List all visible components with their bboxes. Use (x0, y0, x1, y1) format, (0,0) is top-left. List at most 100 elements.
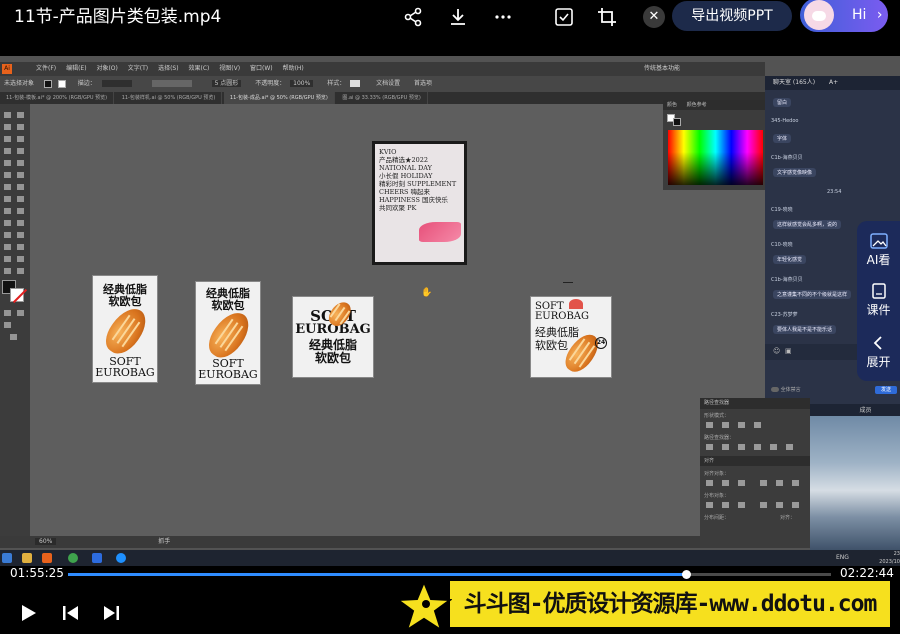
clock-date[interactable]: 2023/10/11 (870, 554, 900, 566)
direct-selection-tool-icon[interactable] (17, 112, 24, 118)
emoji-icon[interactable]: ☺ (773, 347, 780, 355)
browser-icon[interactable] (116, 553, 126, 563)
scale-tool-icon[interactable] (17, 184, 24, 190)
stroke-weight-field[interactable] (101, 80, 132, 87)
menu-view[interactable]: 视图(V) (219, 62, 240, 76)
color-mode-icon[interactable] (4, 310, 11, 316)
distribute-top-icon[interactable] (706, 502, 713, 508)
color-tab[interactable]: 颜色 (667, 102, 677, 108)
zoom-field[interactable]: 60% (35, 538, 57, 545)
align-right-icon[interactable] (738, 480, 745, 486)
merge-icon[interactable] (738, 444, 745, 450)
line-tool-icon[interactable] (17, 148, 24, 154)
opacity-field[interactable]: 100% (290, 80, 314, 87)
distribute-left-icon[interactable] (760, 502, 767, 508)
stroke-color-box[interactable] (10, 288, 28, 304)
intersect-icon[interactable] (738, 422, 745, 428)
gradient-mode-icon[interactable] (17, 310, 24, 316)
start-icon[interactable] (2, 553, 12, 563)
file-explorer-icon[interactable] (22, 553, 32, 563)
download-icon[interactable] (447, 6, 469, 28)
variable-width-field[interactable] (151, 80, 192, 87)
illustrator-taskbar-icon[interactable] (42, 553, 52, 563)
crop-icon[interactable] (596, 6, 618, 28)
trim-icon[interactable] (722, 444, 729, 450)
graph-tool-icon[interactable] (17, 244, 24, 250)
more-icon[interactable] (492, 6, 514, 28)
selection-tool-icon[interactable] (4, 112, 11, 118)
progress-bar[interactable] (68, 570, 831, 579)
gradient-tool-icon[interactable] (17, 220, 24, 226)
menu-effect[interactable]: 效果(C) (189, 62, 210, 76)
previous-button[interactable] (60, 602, 82, 624)
brush-field[interactable]: 5 点圆形 (211, 80, 242, 87)
screenshot-icon[interactable] (553, 6, 575, 28)
paintbrush-tool-icon[interactable] (17, 160, 24, 166)
minus-front-icon[interactable] (722, 422, 729, 428)
doc-tab-2[interactable]: 11-包装样机.ai @ 50% (RGB/GPU 预览) (116, 92, 223, 104)
menu-edit[interactable]: 编辑(E) (66, 62, 86, 76)
menu-window[interactable]: 窗口(W) (250, 62, 273, 76)
lasso-tool-icon[interactable] (17, 124, 24, 130)
pathfinder-tab[interactable]: 路径查找器 (704, 400, 729, 406)
shape-builder-tool-icon[interactable] (4, 208, 11, 214)
align-top-icon[interactable] (760, 480, 767, 486)
crop-pf-icon[interactable] (754, 444, 761, 450)
share-icon[interactable] (402, 6, 424, 28)
poster-3[interactable]: SOFT EUROBAG 经典低脂 软欧包 (292, 296, 374, 378)
doc-tab-1[interactable]: 11-包装-模板.ai* @ 200% (RGB/GPU 预览) (0, 92, 115, 104)
magic-wand-tool-icon[interactable] (4, 124, 11, 130)
color-panel-stroke[interactable] (673, 118, 681, 126)
send-button[interactable]: 发送 (875, 386, 897, 394)
chrome-icon[interactable] (68, 553, 78, 563)
divide-icon[interactable] (706, 444, 713, 450)
poster-4[interactable]: SOFT EUROBAG 经典低脂 软欧包 24 (530, 296, 612, 378)
doc-tab-3[interactable]: 11-包装-成品.ai* @ 50% (RGB/GPU 预览) (223, 92, 335, 104)
zoom-tool-icon[interactable] (17, 268, 24, 274)
eyedropper-tool-icon[interactable] (4, 232, 11, 238)
menu-help[interactable]: 帮助(H) (283, 62, 304, 76)
style-swatch[interactable] (350, 80, 361, 87)
slice-tool-icon[interactable] (17, 256, 24, 262)
expand-button[interactable]: 展开 (857, 335, 900, 370)
menu-file[interactable]: 文件(F) (36, 62, 56, 76)
distribute-bottom-icon[interactable] (738, 502, 745, 508)
align-hcenter-icon[interactable] (722, 480, 729, 486)
exclude-icon[interactable] (754, 422, 761, 428)
distribute-hcenter-icon[interactable] (776, 502, 783, 508)
next-button[interactable] (100, 602, 122, 624)
language-indicator[interactable]: ENG (836, 554, 849, 561)
distribute-right-icon[interactable] (792, 502, 799, 508)
outline-icon[interactable] (770, 444, 777, 450)
courseware-button[interactable]: 课件 (857, 283, 900, 318)
menu-type[interactable]: 文字(T) (128, 62, 148, 76)
color-guide-tab[interactable]: 颜色参考 (687, 102, 707, 108)
width-tool-icon[interactable] (4, 196, 11, 202)
fill-swatch[interactable] (43, 79, 52, 88)
holiday-poster[interactable]: KVIO 产品精选★2022 NATIONAL DAY 小长假 HOLIDAY … (372, 141, 467, 265)
align-bottom-icon[interactable] (792, 480, 799, 486)
align-left-icon[interactable] (706, 480, 713, 486)
poster-1[interactable]: 经典低脂 软欧包 SOFT EUROBAG (92, 275, 158, 383)
symbol-sprayer-tool-icon[interactable] (4, 244, 11, 250)
free-transform-tool-icon[interactable] (17, 196, 24, 202)
color-spectrum[interactable] (668, 130, 763, 185)
artboard-tool-icon[interactable] (4, 256, 11, 262)
mesh-tool-icon[interactable] (4, 220, 11, 226)
play-button[interactable] (17, 602, 39, 624)
stroke-swatch[interactable] (57, 79, 66, 88)
app-icon[interactable] (92, 553, 102, 563)
unite-icon[interactable] (706, 422, 713, 428)
font-size-toggle[interactable]: A+ (829, 79, 838, 86)
align-tab[interactable]: 对齐 (704, 458, 714, 464)
ai-watch-button[interactable]: AI看 (857, 233, 900, 268)
align-vcenter-icon[interactable] (776, 480, 783, 486)
shaper-tool-icon[interactable] (4, 172, 11, 178)
export-ppt-button[interactable]: 导出视频PPT (672, 1, 792, 31)
mute-all-toggle[interactable]: 全体禁言 (771, 386, 801, 393)
image-icon[interactable]: ▣ (785, 347, 792, 355)
workspace-switcher[interactable]: 传统基本功能 (644, 62, 680, 76)
menu-object[interactable]: 对象(O) (96, 62, 117, 76)
poster-2[interactable]: 经典低脂 软欧包 SOFT EUROBAG (195, 281, 261, 385)
type-tool-icon[interactable] (4, 148, 11, 154)
